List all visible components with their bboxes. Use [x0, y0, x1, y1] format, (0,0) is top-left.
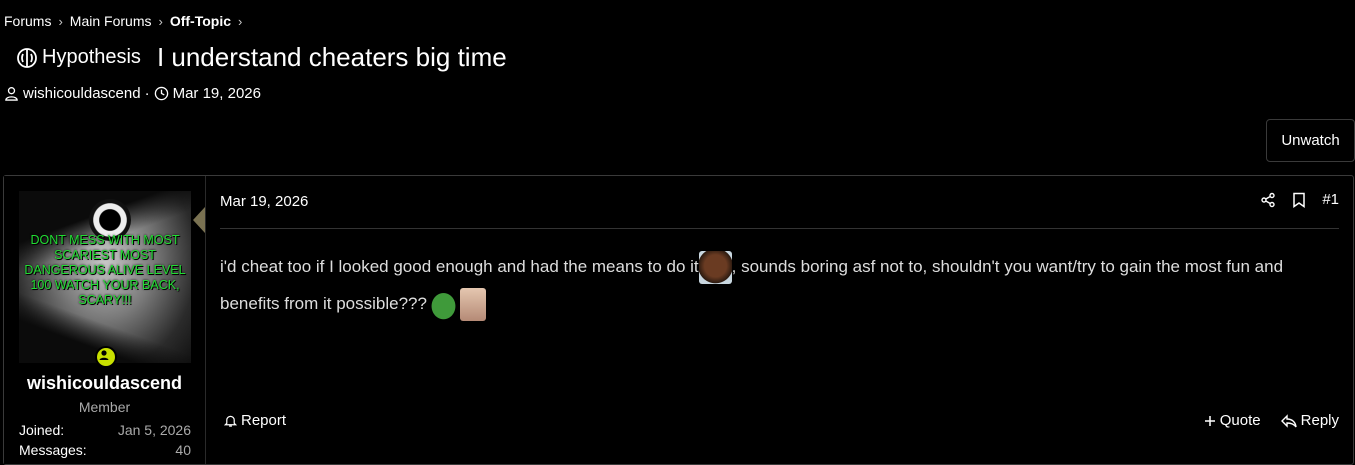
- post-footer-right: Quote Reply: [1204, 412, 1339, 429]
- user-role: Member: [78, 399, 131, 415]
- plus-icon: [1204, 415, 1216, 427]
- post-footer-left: Report: [224, 412, 286, 429]
- pepe-emoji-icon: [426, 288, 460, 322]
- bookmark-icon[interactable]: [1292, 192, 1306, 208]
- reply-button[interactable]: Reply: [1280, 412, 1339, 429]
- breadcrumb: Forums › Main Forums › Off-Topic ›: [4, 13, 243, 29]
- thread-meta: wishicouldascend · Mar 19, 2026: [4, 85, 261, 102]
- thread-author[interactable]: wishicouldascend: [23, 85, 141, 102]
- avatar-caption: DONT MESS WITH MOST SCARIEST MOST DANGER…: [24, 233, 186, 307]
- thread-title-row: Hypothesis I understand cheaters big tim…: [16, 42, 507, 73]
- breadcrumb-forums[interactable]: Forums: [4, 13, 51, 29]
- post-actions: #1: [1260, 191, 1339, 208]
- post-number[interactable]: #1: [1322, 191, 1339, 208]
- thread-prefix-label: Hypothesis: [42, 46, 141, 68]
- page-title: I understand cheaters big time: [156, 42, 507, 72]
- post: DONT MESS WITH MOST SCARIEST MOST DANGER…: [3, 175, 1354, 465]
- clock-icon: [154, 86, 169, 101]
- post-user-column: DONT MESS WITH MOST SCARIEST MOST DANGER…: [4, 176, 206, 464]
- share-icon[interactable]: [1260, 192, 1276, 208]
- unwatch-button[interactable]: Unwatch: [1266, 119, 1355, 162]
- stat-value: 40: [175, 442, 191, 458]
- post-text-part1: i'd cheat too if I looked good enough an…: [220, 257, 699, 276]
- breadcrumb-off-topic[interactable]: Off-Topic: [170, 13, 231, 29]
- thread-date[interactable]: Mar 19, 2026: [173, 85, 261, 102]
- online-status-icon: [95, 346, 117, 368]
- quote-label: Quote: [1219, 412, 1261, 429]
- meta-separator: ·: [144, 85, 150, 102]
- bell-icon: [224, 414, 237, 428]
- post-username[interactable]: wishicouldascend: [4, 373, 205, 394]
- reply-label: Reply: [1300, 412, 1339, 429]
- breadcrumb-main-forums[interactable]: Main Forums: [70, 13, 152, 29]
- thread-prefix[interactable]: Hypothesis: [16, 46, 141, 69]
- avatar[interactable]: DONT MESS WITH MOST SCARIEST MOST DANGER…: [19, 191, 191, 363]
- stat-label: Joined:: [19, 422, 65, 438]
- quote-button[interactable]: Quote: [1204, 412, 1261, 429]
- post-date[interactable]: Mar 19, 2026: [220, 193, 308, 210]
- user-icon: [4, 86, 19, 101]
- post-main: Mar 19, 2026 #1 i'd cheat too if I looke…: [220, 176, 1353, 464]
- user-stat-messages: Messages: 40: [19, 442, 191, 458]
- post-divider: [220, 228, 1339, 229]
- chevron-right-icon: ›: [58, 13, 63, 29]
- stat-label: Messages:: [19, 442, 87, 458]
- report-label: Report: [241, 412, 287, 429]
- post-body: i'd cheat too if I looked good enough an…: [220, 248, 1339, 322]
- chevron-right-icon: ›: [238, 13, 243, 29]
- stat-value: Jan 5, 2026: [117, 422, 191, 438]
- face-emoji-icon: [698, 251, 732, 285]
- reply-icon: [1280, 413, 1297, 428]
- user-stat-joined: Joined: Jan 5, 2026: [19, 422, 191, 438]
- chevron-right-icon: ›: [158, 13, 163, 29]
- fist-emoji-icon: [459, 288, 486, 322]
- brain-icon: [16, 47, 38, 69]
- post-arrow: [193, 207, 205, 233]
- report-link[interactable]: Report: [224, 412, 286, 429]
